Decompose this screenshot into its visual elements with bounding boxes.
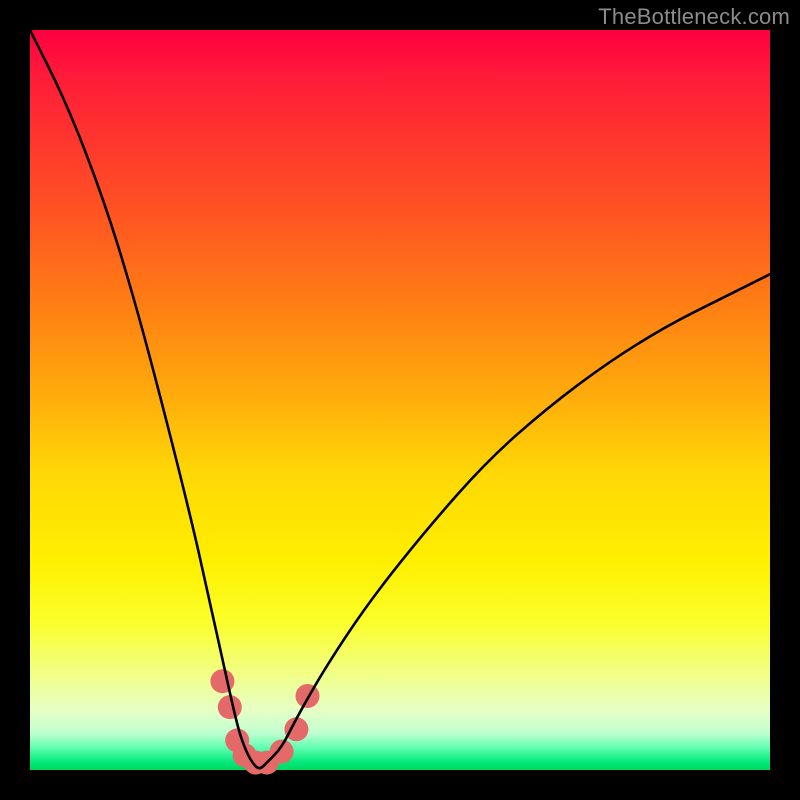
marker-marker-B [218,695,242,719]
plot-area [30,30,770,770]
chart-stage: TheBottleneck.com [0,0,800,800]
watermark-text: TheBottleneck.com [598,4,790,30]
marker-marker-I [296,684,320,708]
marker-marker-G [270,740,294,764]
marker-marker-A [210,669,234,693]
chart-svg [30,30,770,770]
data-markers [210,669,319,774]
bottleneck-curve [30,30,770,768]
